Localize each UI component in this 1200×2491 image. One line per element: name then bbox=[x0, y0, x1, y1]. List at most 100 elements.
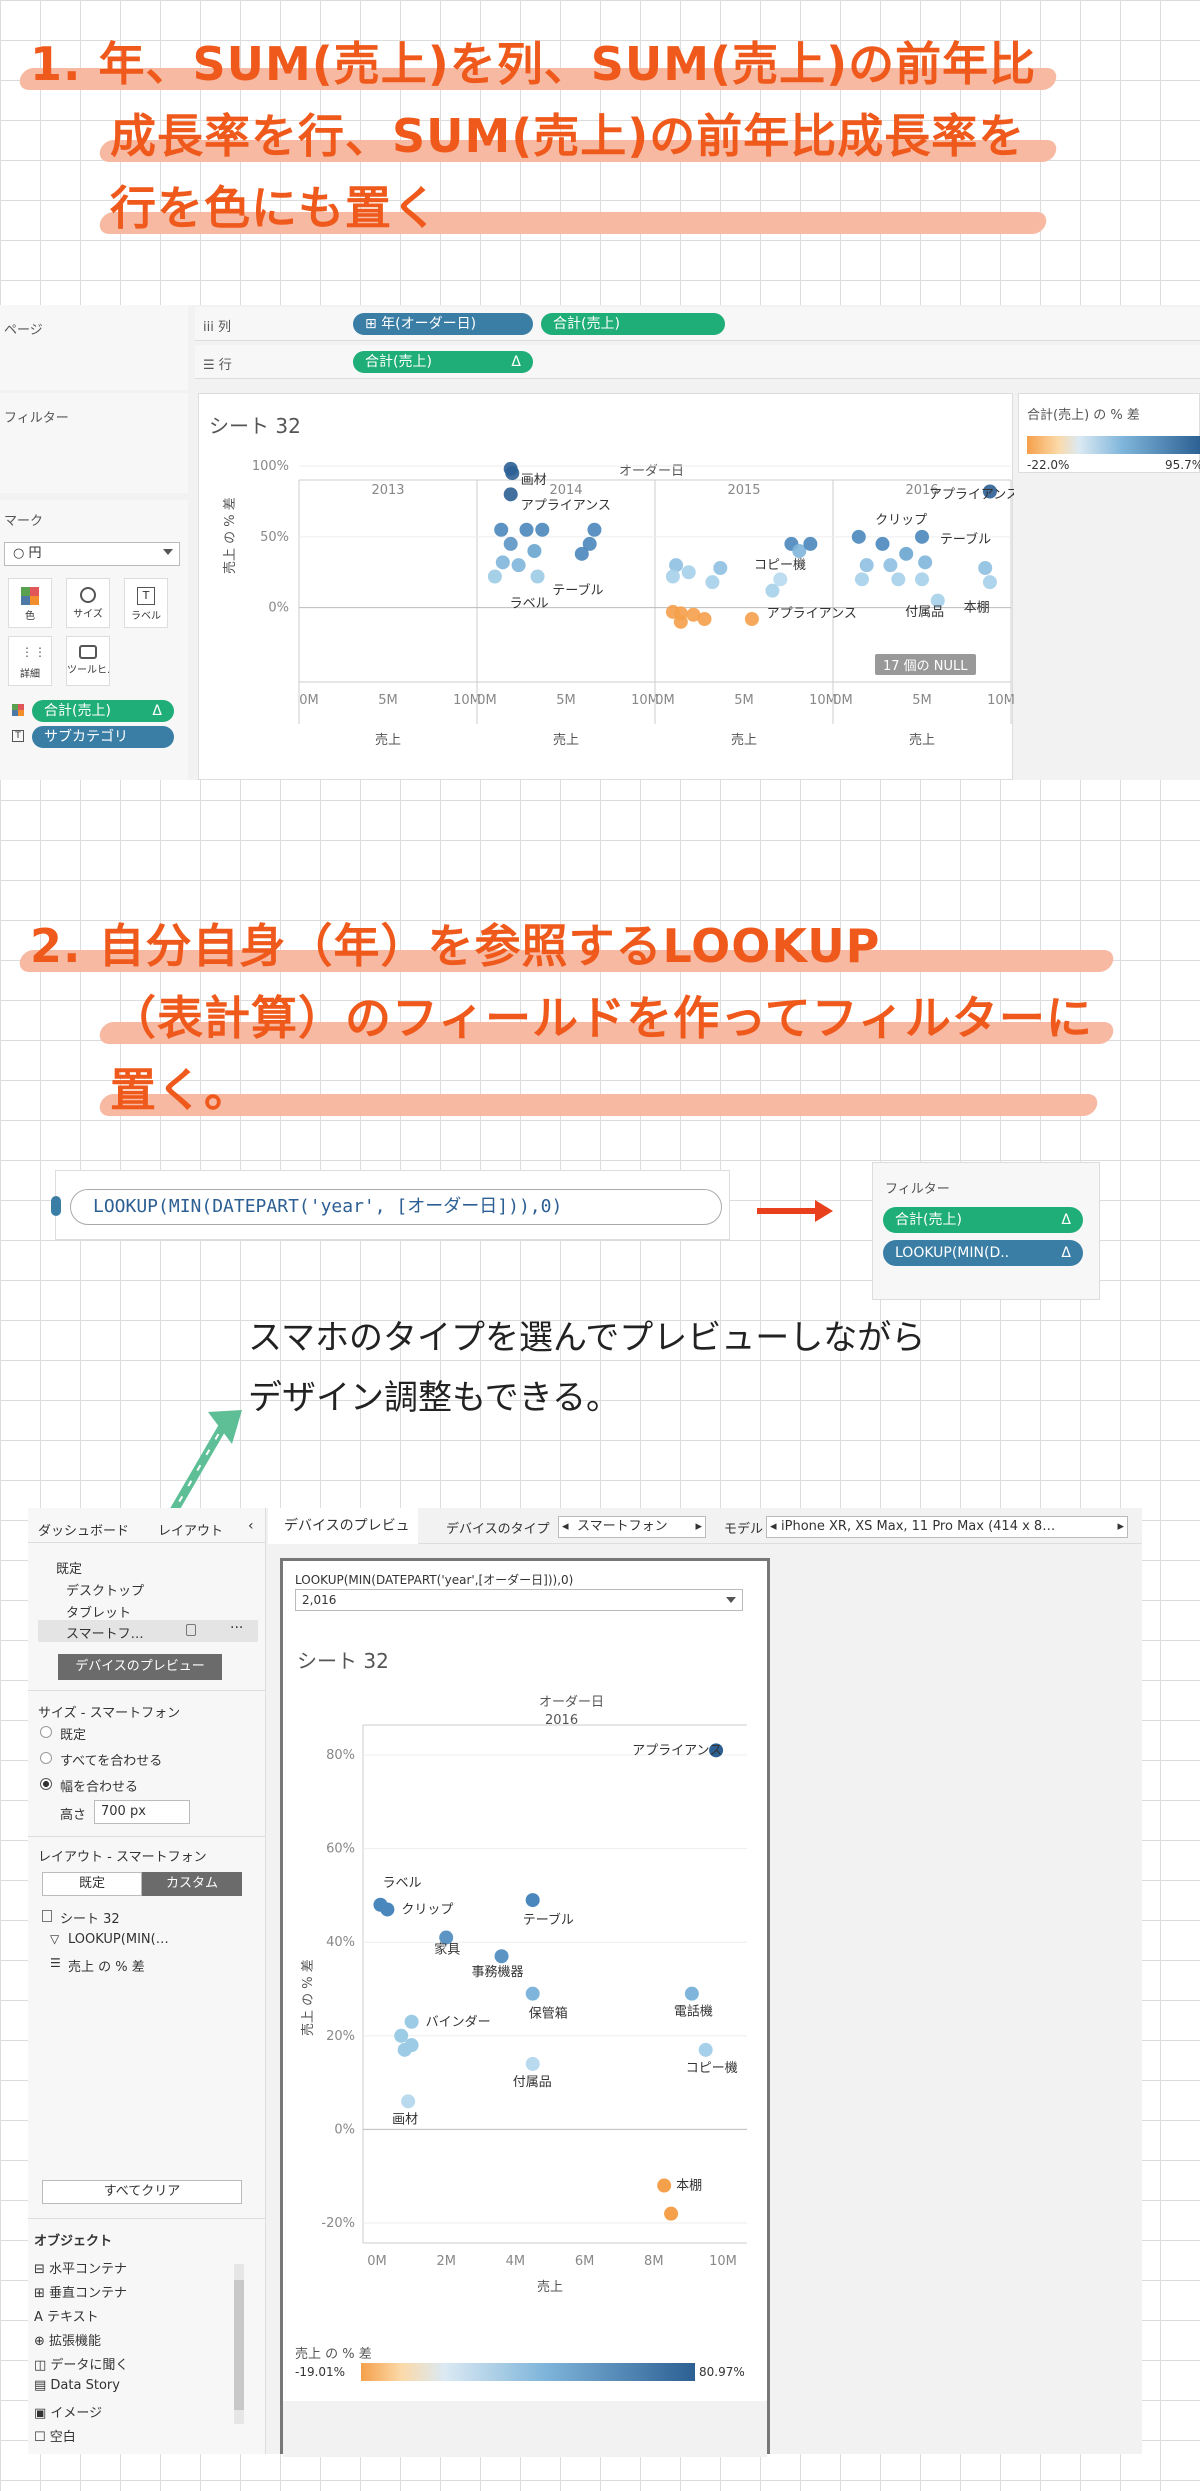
object-item[interactable]: ⊟ 水平コンテナ bbox=[34, 2258, 127, 2277]
collapse-icon[interactable]: ‹ bbox=[248, 1518, 254, 1534]
columns-label: iii 列 bbox=[203, 320, 231, 335]
device-preview-tab[interactable]: デバイスのプレビュー bbox=[268, 1508, 418, 1570]
mark-label-button[interactable]: T ラベル bbox=[124, 578, 168, 628]
device-type-select[interactable]: ◂ スマートフォン ▸ bbox=[558, 1516, 706, 1538]
color-legend[interactable]: 合計(売上) の % 差 -22.0% 95.7% bbox=[1018, 393, 1200, 473]
legend-gradient bbox=[1027, 436, 1200, 454]
mark-tooltip-button[interactable]: ツールヒ… bbox=[66, 636, 110, 686]
mark-detail-button[interactable]: ⋮⋮ 詳細 bbox=[8, 636, 52, 686]
object-item[interactable]: ☐ 空白 bbox=[34, 2426, 76, 2445]
point-label: 画材 bbox=[392, 2112, 418, 2127]
object-item[interactable]: ▣ イメージ bbox=[34, 2402, 102, 2421]
layout-item-sheet[interactable]: シート 32 bbox=[60, 1908, 120, 1927]
mark-pill-subcategory[interactable]: サブカテゴリ bbox=[32, 726, 174, 748]
point-label: アプライアンス bbox=[632, 1743, 722, 1758]
y-tick-label: 0% bbox=[268, 601, 289, 616]
device-tablet[interactable]: タブレット bbox=[66, 1602, 131, 1621]
y-tick-label: 80% bbox=[326, 1748, 355, 1763]
object-item[interactable]: ⊕ 拡張機能 bbox=[34, 2330, 101, 2349]
col-pill-year-label: ⊞ 年(オーダー日) bbox=[365, 316, 477, 332]
rows-shelf[interactable]: ☰ 行 合計(売上) Δ bbox=[195, 345, 1200, 379]
size-radio-fit-width[interactable] bbox=[40, 1778, 52, 1790]
mark-label-label: ラベル bbox=[131, 611, 161, 622]
data-point bbox=[503, 536, 518, 551]
null-badge[interactable]: 17 個の NULL bbox=[875, 654, 976, 675]
tab-layout[interactable]: レイアウト bbox=[158, 1520, 223, 1539]
height-input[interactable]: 700 px bbox=[94, 1800, 190, 1824]
callout-line-2: デザイン調整もできる。 bbox=[248, 1378, 620, 1418]
panel-header: 2013 bbox=[371, 483, 404, 498]
layout-item-legend[interactable]: 売上 の % 差 bbox=[68, 1956, 145, 1975]
dashboard-side-pane: ダッシュボード レイアウト ‹ 既定 デスクトップ タブレット スマートフ… ·… bbox=[28, 1508, 266, 2454]
filters-shelf[interactable]: フィルター bbox=[0, 393, 188, 493]
object-item[interactable]: A テキスト bbox=[34, 2306, 99, 2325]
filter-pill-sales-label: 合計(売上) bbox=[895, 1212, 962, 1228]
data-point bbox=[859, 558, 874, 573]
size-radio-default[interactable] bbox=[40, 1726, 52, 1738]
data-point bbox=[525, 1986, 540, 2001]
callout-text: スマホのタイプを選んでプレビューしながら デザイン調整もできる。 bbox=[248, 1308, 925, 1428]
worksheet-view: シート 32 オーダー日 売上 の % 差 2013 売上 0M 5M 10M 2014 売… bbox=[198, 393, 1014, 780]
y-tick-label: 0% bbox=[334, 2122, 355, 2137]
device-preview-button[interactable]: デバイスのプレビュー bbox=[58, 1654, 222, 1680]
object-label: イメージ bbox=[50, 2406, 103, 2421]
x-axis-title: 売上 bbox=[553, 732, 579, 748]
row-pill-sales[interactable]: 合計(売上) Δ bbox=[353, 351, 533, 373]
next-icon[interactable]: ▸ bbox=[695, 1517, 702, 1537]
object-item[interactable]: ◫ データに聞く bbox=[34, 2354, 128, 2373]
point-label: 画材 bbox=[521, 473, 547, 488]
size-radio-fit-all[interactable] bbox=[40, 1752, 52, 1764]
col-pill-year[interactable]: ⊞ 年(オーダー日) bbox=[353, 313, 533, 335]
layout-default-button[interactable]: 既定 bbox=[42, 1872, 142, 1896]
data-point bbox=[494, 522, 509, 537]
col-pill-sales[interactable]: 合計(売上) bbox=[541, 313, 725, 335]
objects-scrollbar[interactable] bbox=[234, 2264, 244, 2424]
device-type-value: スマートフォン bbox=[577, 1519, 668, 1534]
mark-color-button[interactable]: 色 bbox=[8, 578, 52, 628]
lock-icon[interactable] bbox=[186, 1624, 196, 1636]
size-opt-default-label: 既定 bbox=[60, 1728, 87, 1743]
model-select[interactable]: ◂ iPhone XR, XS Max, 11 Pro Max (414 x 8… bbox=[766, 1516, 1128, 1538]
object-item[interactable]: ⊞ 垂直コンテナ bbox=[34, 2282, 127, 2301]
mark-size-button[interactable]: サイズ bbox=[66, 578, 110, 628]
device-desktop[interactable]: デスクトップ bbox=[66, 1580, 144, 1599]
data-point bbox=[697, 612, 712, 626]
device-default[interactable]: 既定 bbox=[56, 1558, 82, 1577]
point-label: バインダー bbox=[426, 2015, 491, 2030]
layout-custom-button[interactable]: カスタム bbox=[142, 1872, 242, 1896]
data-point bbox=[657, 2178, 672, 2193]
more-icon[interactable]: ··· bbox=[230, 1620, 243, 1636]
data-point bbox=[803, 536, 818, 551]
pages-label: ページ bbox=[4, 323, 43, 338]
mark-type-select[interactable]: ○ 円 bbox=[4, 542, 180, 566]
data-point bbox=[587, 522, 602, 537]
data-point bbox=[915, 572, 929, 587]
columns-shelf[interactable]: iii 列 ⊞ 年(オーダー日) 合計(売上) bbox=[195, 307, 1200, 341]
filter-pill-lookup[interactable]: LOOKUP(MIN(D.. Δ bbox=[883, 1240, 1083, 1266]
object-label: データに聞く bbox=[50, 2358, 129, 2373]
formula-text: LOOKUP(MIN(DATEPART('year', [オーダー日])),0) bbox=[93, 1196, 563, 1217]
clear-all-button[interactable]: すべてクリア bbox=[42, 2180, 242, 2204]
device-phone-selected[interactable]: スマートフ… ··· bbox=[38, 1620, 258, 1642]
data-point bbox=[698, 2042, 713, 2057]
object-icon: ▣ bbox=[34, 2406, 51, 2421]
data-point bbox=[525, 1893, 540, 1908]
mark-pill-sales[interactable]: 合計(売上) Δ bbox=[32, 700, 174, 722]
point-label: コピー機 bbox=[686, 2061, 738, 2076]
object-icon: A bbox=[34, 2310, 48, 2325]
y-tick-label: 100% bbox=[252, 459, 289, 474]
layout-item-filter[interactable]: LOOKUP(MIN(… bbox=[68, 1932, 169, 1947]
prev-icon[interactable]: ◂ bbox=[770, 1517, 777, 1537]
tooltip-icon bbox=[79, 645, 97, 659]
prev-icon[interactable]: ◂ bbox=[562, 1517, 569, 1537]
filter-pill-sales[interactable]: 合計(売上) Δ bbox=[883, 1207, 1083, 1233]
pages-shelf[interactable]: ページ bbox=[0, 305, 188, 390]
right-arrow-icon bbox=[757, 1200, 833, 1222]
tab-dashboard[interactable]: ダッシュボード bbox=[38, 1520, 129, 1539]
phone-legend-title: 売上 の % 差 bbox=[295, 2347, 372, 2362]
object-item[interactable]: ▤ Data Story bbox=[34, 2378, 120, 2393]
next-icon[interactable]: ▸ bbox=[1117, 1517, 1124, 1537]
size-title: サイズ - スマートフォン bbox=[38, 1706, 181, 1721]
formula-input[interactable]: LOOKUP(MIN(DATEPART('year', [オーダー日])),0) bbox=[70, 1189, 722, 1225]
mark-size-label: サイズ bbox=[73, 609, 103, 620]
